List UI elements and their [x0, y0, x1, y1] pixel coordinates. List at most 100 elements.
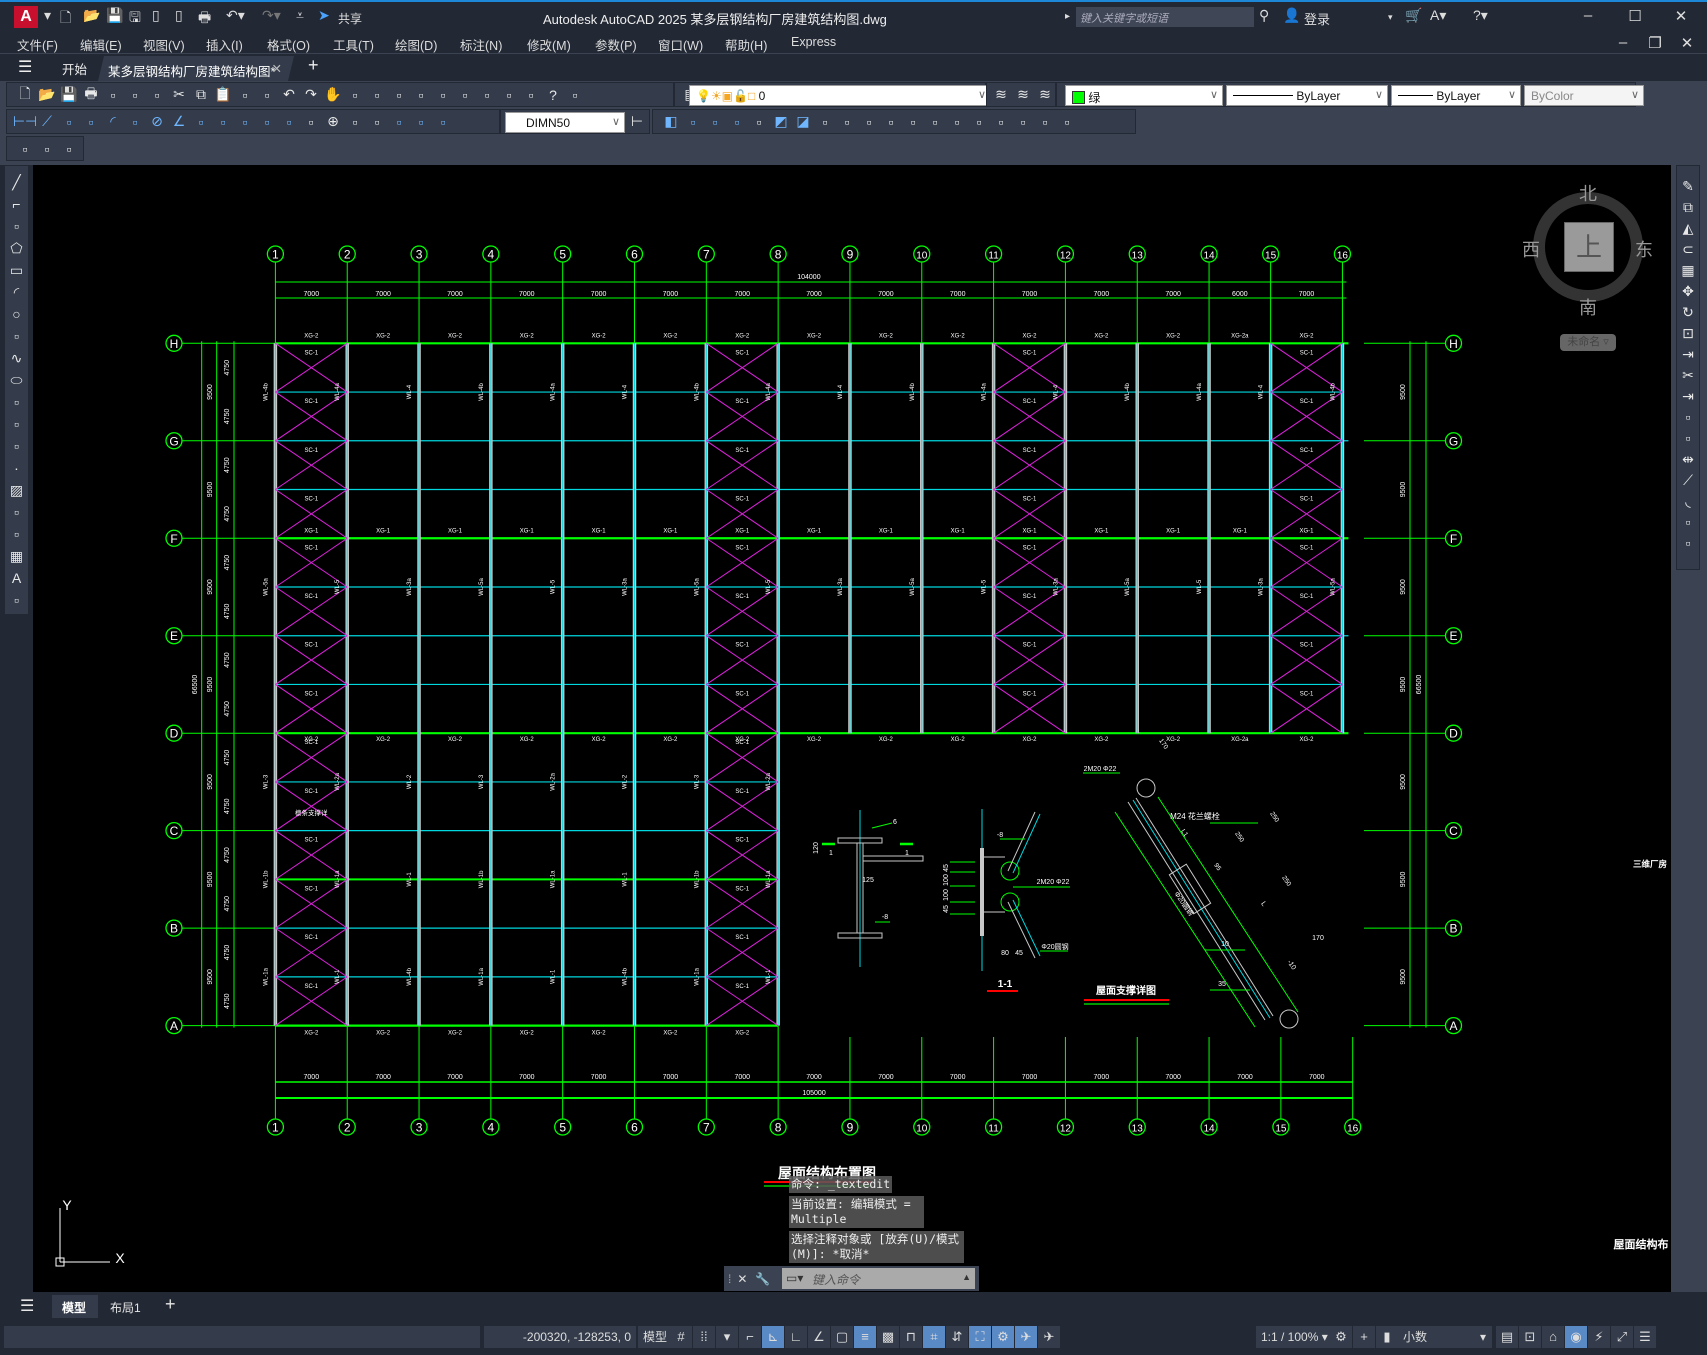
copy-icon[interactable]: ⧉	[191, 85, 211, 105]
layer-properties-icon[interactable]: ▫	[565, 85, 585, 105]
copy-icon[interactable]: ⧉	[1678, 197, 1698, 217]
hatch-icon[interactable]: ▨	[7, 480, 27, 500]
annotation-visibility-toggle-icon[interactable]: ✈	[1015, 1326, 1037, 1348]
menu-9[interactable]: 参数(P)	[595, 35, 637, 54]
properties-icon[interactable]: ▫	[411, 85, 431, 105]
layer-previous-icon[interactable]: ≋	[1013, 85, 1033, 105]
menu-8[interactable]: 修改(M)	[527, 35, 571, 54]
new-icon[interactable]: 🗋	[60, 7, 71, 31]
offset-icon[interactable]: ⊂	[1678, 239, 1698, 259]
3d-osnap-toggle-icon[interactable]: ⌗	[923, 1326, 945, 1348]
save-web-icon[interactable]: ▯	[175, 7, 183, 24]
menu-0[interactable]: 文件(F)	[17, 35, 58, 54]
menu-6[interactable]: 绘图(D)	[395, 35, 437, 54]
doc-close-button[interactable]: ✕	[1672, 34, 1702, 52]
ellipse-arc-icon[interactable]: ▫	[7, 392, 27, 412]
layer-states-icon[interactable]: ≋	[1035, 85, 1055, 105]
tab-close-icon[interactable]: ✕	[272, 61, 282, 76]
drag-handle-icon[interactable]: ⁞	[728, 1272, 731, 1286]
make-block-icon[interactable]: ▫	[7, 436, 27, 456]
intersect-icon[interactable]: ▫	[815, 112, 835, 132]
autodesk-app-icon[interactable]: A▾	[1430, 7, 1446, 24]
menu-7[interactable]: 标注(N)	[460, 35, 502, 54]
model-space-button[interactable]: 模型	[638, 1326, 673, 1348]
ucs-menu-button[interactable]: 未命名 ▿	[1560, 334, 1616, 351]
color-dropdown[interactable]: 绿 ∨	[1065, 85, 1223, 106]
add-layout-button[interactable]: +	[165, 1294, 176, 1315]
cut-icon[interactable]: ✂	[169, 85, 189, 105]
block-editor-icon[interactable]: ▫	[257, 85, 277, 105]
dim-update-icon[interactable]: ▫	[433, 112, 453, 132]
text-check-icon[interactable]: ▫	[37, 139, 57, 159]
paste-icon[interactable]: 📋	[213, 85, 233, 105]
tab-document[interactable]: 某多层钢结构厂房建筑结构图* ✕	[98, 56, 294, 81]
zoom-previous-icon[interactable]: ▫	[389, 85, 409, 105]
undo-icon[interactable]: ↶▾	[226, 7, 245, 24]
print-preview-icon[interactable]: ▫	[103, 85, 123, 105]
layer-on-icon[interactable]: 💡☀▣🔓□	[696, 89, 755, 103]
units-dropdown[interactable]: 小数 ▾	[1398, 1326, 1492, 1348]
fillet-icon[interactable]: ◟	[1678, 491, 1698, 511]
tool-palettes-icon[interactable]: ▫	[455, 85, 475, 105]
gradient-icon[interactable]: ▫	[7, 502, 27, 522]
gizmo-toggle-icon[interactable]: ⚙	[992, 1326, 1014, 1348]
selection-filter-toggle-icon[interactable]: ⛶	[969, 1326, 991, 1348]
add-selected-icon[interactable]: ▫	[7, 590, 27, 610]
redo-icon[interactable]: ↷	[301, 85, 321, 105]
redo-icon[interactable]: ↷▾	[262, 7, 281, 24]
dim-style-icon[interactable]: ⊢	[627, 112, 647, 132]
arc-length-dim-icon[interactable]: ▫	[59, 112, 79, 132]
table-icon[interactable]: ▦	[7, 546, 27, 566]
expand-arrow-icon[interactable]: ▸	[1065, 11, 1070, 22]
object-snap-toggle-icon[interactable]: ▢	[831, 1326, 853, 1348]
viewcube-north[interactable]: 北	[1579, 180, 1597, 206]
viewcube-south[interactable]: 南	[1579, 294, 1597, 320]
save-icon[interactable]: 💾	[59, 85, 79, 105]
layer-dropdown[interactable]: 💡☀▣🔓□ 0 ∨	[689, 85, 991, 106]
help-icon[interactable]: ?▾	[1473, 7, 1488, 24]
annotation-scale[interactable]: 1:1 / 100% ▾	[1256, 1326, 1333, 1348]
menu-3[interactable]: 插入(I)	[206, 35, 243, 54]
viewcube-top-face[interactable]: 上	[1564, 222, 1614, 272]
jogged-linear-icon[interactable]: ▫	[367, 112, 387, 132]
markup-icon[interactable]: ▫	[499, 85, 519, 105]
sphere-icon[interactable]: ▫	[705, 112, 725, 132]
angular-dim-icon[interactable]: ∠	[169, 112, 189, 132]
coordinates-readout[interactable]: -200320, -128253, 0	[484, 1326, 636, 1348]
isodraft-toggle-icon[interactable]: ∟	[785, 1326, 807, 1348]
pan-icon[interactable]: ✋	[323, 85, 343, 105]
3d-solid-edit-icon[interactable]: ▫	[1678, 533, 1698, 553]
trim-icon[interactable]: ✂	[1678, 365, 1698, 385]
viewcube-east[interactable]: 东	[1635, 236, 1653, 262]
polar-tracking-toggle-icon[interactable]: ⊾	[762, 1326, 784, 1348]
loft-icon[interactable]: ▫	[1013, 112, 1033, 132]
check-icon[interactable]: ▫	[947, 112, 967, 132]
ordinate-dim-icon[interactable]: ▫	[81, 112, 101, 132]
selection-cycling-toggle-icon[interactable]: ⊓	[900, 1326, 922, 1348]
layout-menu-icon[interactable]: ☰	[20, 1296, 34, 1316]
imprint-icon[interactable]: ▫	[881, 112, 901, 132]
extend-icon[interactable]: ⇥	[1678, 386, 1698, 406]
arc-icon[interactable]: ◜	[7, 282, 27, 302]
circle-icon[interactable]: ○	[7, 304, 27, 324]
search-icon[interactable]: ⚲	[1259, 7, 1269, 24]
publish-icon[interactable]: ▫	[125, 85, 145, 105]
cart-icon[interactable]: 🛒	[1405, 7, 1422, 24]
scale-icon[interactable]: ⊡	[1678, 323, 1698, 343]
sheet-set-icon[interactable]: ▫	[477, 85, 497, 105]
open-icon[interactable]: 📂	[83, 7, 100, 24]
spline-icon[interactable]: ∿	[7, 348, 27, 368]
print-icon[interactable]: 🖶	[81, 85, 101, 105]
units-icon-icon[interactable]: ▮	[1376, 1326, 1398, 1348]
search-input[interactable]: 键入关键字或短语	[1076, 7, 1254, 27]
tab-layout1[interactable]: 布局1	[110, 1299, 141, 1316]
add-face-icon[interactable]: ▫	[969, 112, 989, 132]
subtract-icon[interactable]: ◪	[793, 112, 813, 132]
move-icon[interactable]: ✥	[1678, 281, 1698, 301]
erase-icon[interactable]: ✎	[1678, 176, 1698, 196]
baseline-dim-icon[interactable]: ▫	[213, 112, 233, 132]
menu-10[interactable]: 窗口(W)	[658, 35, 703, 54]
linear-dim-icon[interactable]: ⊢⊣	[13, 112, 37, 132]
quickcalc-icon[interactable]: ▫	[521, 85, 541, 105]
drawing-canvas[interactable]	[33, 165, 1671, 1292]
